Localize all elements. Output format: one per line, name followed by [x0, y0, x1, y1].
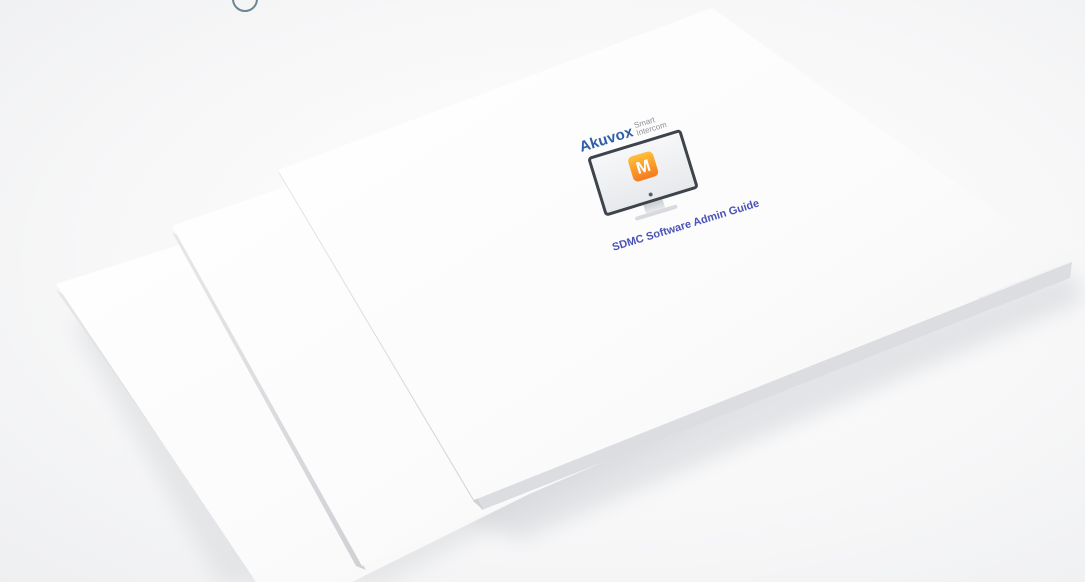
monitor-camera-dot [648, 191, 654, 197]
m-app-icon: M [626, 150, 660, 183]
booklet-stack [56, 8, 1085, 582]
product-photo: Akuvox Smart Intercom M SDMC Software Ad… [0, 0, 1085, 582]
